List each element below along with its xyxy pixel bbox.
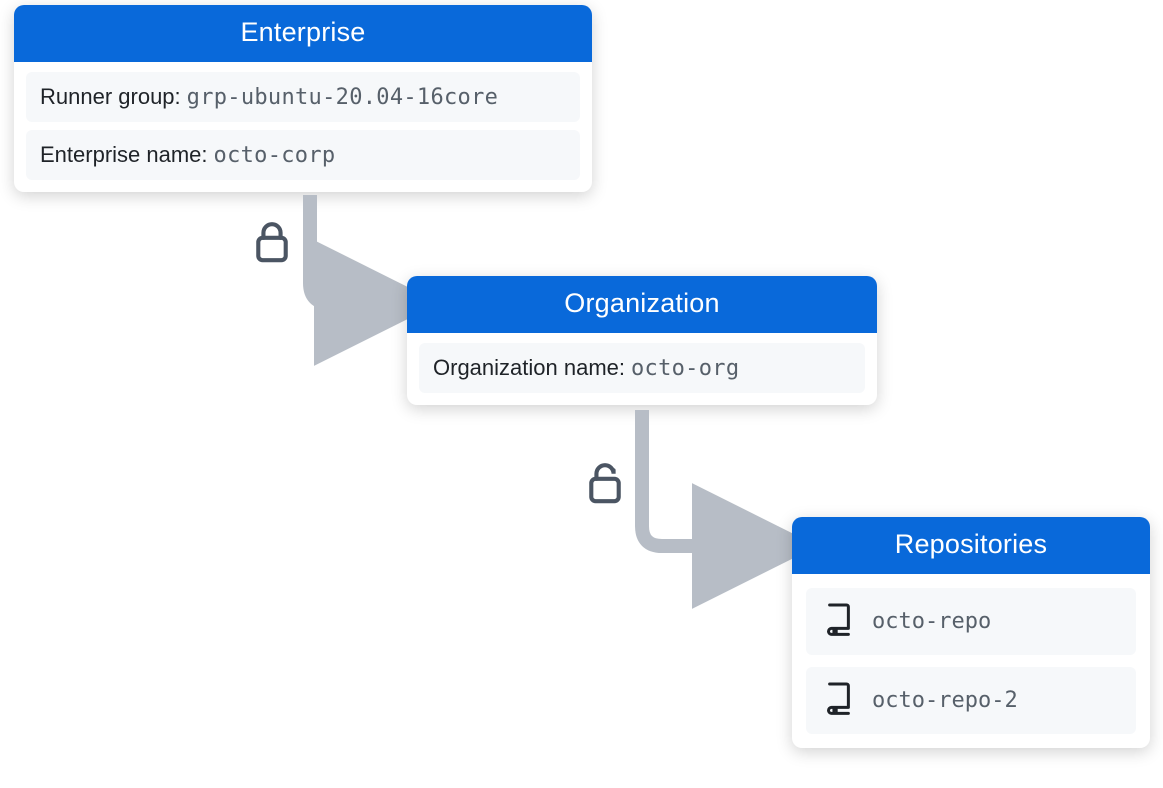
enterprise-name-label: Enterprise name: (40, 142, 208, 168)
repo-item: octo-repo-2 (806, 667, 1136, 734)
repositories-body: octo-repo octo-repo-2 (792, 574, 1150, 748)
repositories-card: Repositories octo-repo octo-repo-2 (792, 517, 1150, 748)
repo-icon (824, 602, 854, 641)
enterprise-header: Enterprise (14, 5, 592, 62)
runner-group-label: Runner group: (40, 84, 181, 110)
repo-name: octo-repo-2 (872, 688, 1018, 713)
organization-card: Organization Organization name: octo-org (407, 276, 877, 405)
organization-body: Organization name: octo-org (407, 333, 877, 405)
connector-org-to-repos (632, 410, 812, 580)
organization-name-label: Organization name: (433, 355, 625, 381)
organization-header: Organization (407, 276, 877, 333)
enterprise-name-row: Enterprise name: octo-corp (26, 130, 580, 180)
repo-icon (824, 681, 854, 720)
enterprise-body: Runner group: grp-ubuntu-20.04-16core En… (14, 62, 592, 192)
repo-item: octo-repo (806, 588, 1136, 655)
lock-closed-icon (251, 219, 293, 272)
runner-group-row: Runner group: grp-ubuntu-20.04-16core (26, 72, 580, 122)
organization-name-row: Organization name: octo-org (419, 343, 865, 393)
runner-group-value: grp-ubuntu-20.04-16core (187, 85, 499, 110)
repositories-header: Repositories (792, 517, 1150, 574)
lock-open-icon (584, 460, 626, 513)
repo-name: octo-repo (872, 609, 991, 634)
enterprise-card: Enterprise Runner group: grp-ubuntu-20.0… (14, 5, 592, 192)
enterprise-name-value: octo-corp (214, 143, 336, 168)
organization-name-value: octo-org (631, 356, 739, 381)
